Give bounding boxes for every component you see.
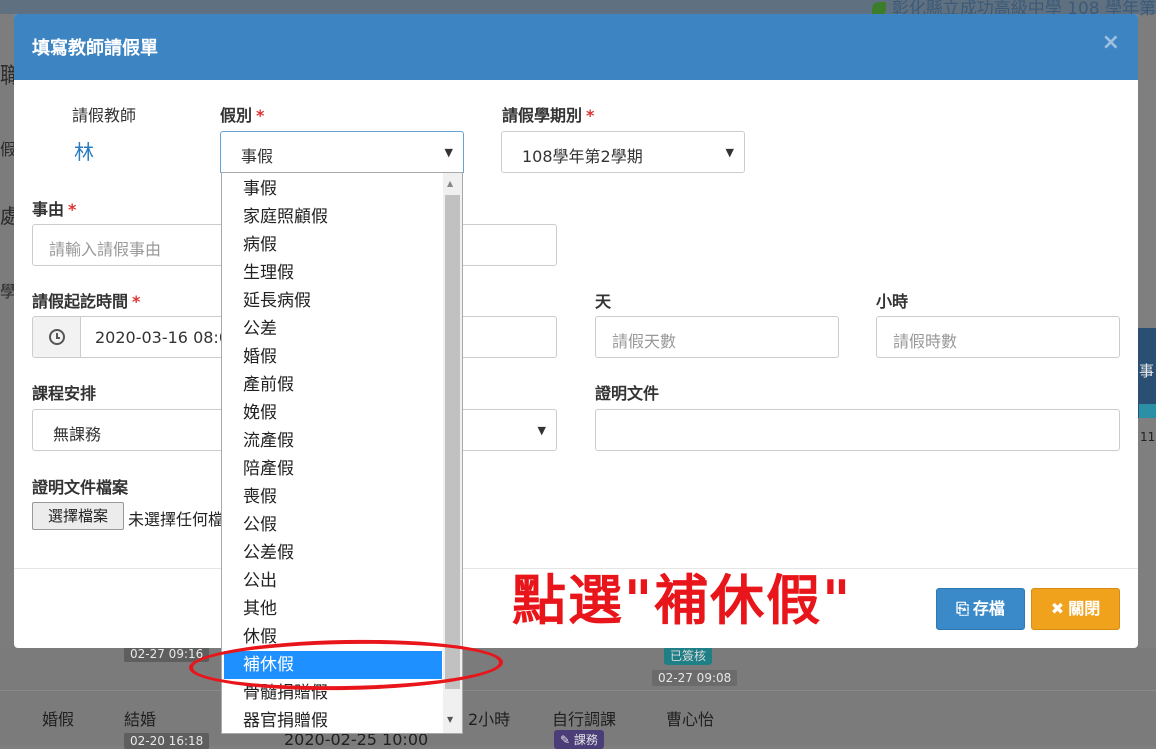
leave-type-selected: 事假 bbox=[241, 147, 274, 166]
period-value: 2020-03-16 08:0 bbox=[95, 328, 229, 347]
dropdown-option[interactable]: 產前假 bbox=[222, 371, 442, 399]
proof-input[interactable] bbox=[595, 409, 1120, 451]
save-button[interactable]: ⎘ 存檔 bbox=[936, 588, 1025, 630]
dropdown-option[interactable]: 延長病假 bbox=[222, 287, 442, 315]
dropdown-option[interactable]: 喪假 bbox=[222, 483, 442, 511]
background-left-strip bbox=[0, 80, 14, 660]
save-icon: ⎘ bbox=[956, 599, 969, 618]
close-icon: ✖ bbox=[1050, 599, 1065, 618]
semester-label: 請假學期別 * bbox=[502, 106, 595, 125]
dropdown-option[interactable]: 公出 bbox=[222, 567, 442, 595]
school-name: 彰化縣立成功高級中學 108 學年第 bbox=[871, 0, 1156, 19]
chevron-down-icon: ▼ bbox=[444, 146, 453, 159]
semester-select[interactable]: 108學年第2學期 ▼ bbox=[501, 131, 745, 173]
scroll-down-arrow-icon[interactable]: ▼ bbox=[447, 715, 453, 724]
days-placeholder: 請假天數 bbox=[612, 332, 677, 351]
teacher-value: 林 bbox=[74, 140, 94, 164]
leave-type-select[interactable]: 事假 ▼ bbox=[220, 131, 464, 173]
scroll-up-arrow-icon[interactable]: ▲ bbox=[447, 179, 453, 188]
days-label: 天 bbox=[595, 292, 612, 311]
row-timestamp: 02-20 16:18 bbox=[124, 733, 210, 749]
leave-type-label: 假別 * bbox=[220, 106, 265, 125]
dropdown-option[interactable]: 生理假 bbox=[222, 259, 442, 287]
file-status: 未選擇任何檔 bbox=[128, 510, 225, 529]
proof-label: 證明文件 bbox=[595, 384, 660, 403]
dropdown-option[interactable]: 婚假 bbox=[222, 343, 442, 371]
reason-placeholder: 請輸入請假事由 bbox=[49, 240, 162, 259]
semester-selected: 108學年第2學期 bbox=[522, 147, 643, 166]
instruction-annotation: 點選"補休假" bbox=[512, 569, 853, 632]
dropdown-option[interactable]: 器官捐贈假 bbox=[222, 707, 442, 733]
days-input[interactable]: 請假天數 bbox=[595, 316, 839, 358]
row-leave-type: 婚假 bbox=[42, 710, 75, 729]
reason-label: 事由 * bbox=[32, 200, 77, 219]
clock-icon bbox=[49, 329, 65, 345]
row-course: 自行調課 bbox=[552, 710, 617, 729]
modal-title: 填寫教師請假單 bbox=[32, 38, 158, 59]
dropdown-option[interactable]: 陪產假 bbox=[222, 455, 442, 483]
course-selected: 無課務 bbox=[53, 425, 102, 444]
dropdown-option[interactable]: 公差假 bbox=[222, 539, 442, 567]
dropdown-option[interactable]: 公假 bbox=[222, 511, 442, 539]
hours-label: 小時 bbox=[876, 292, 909, 311]
course-badge: ✎ 課務 bbox=[554, 730, 604, 749]
hours-placeholder: 請假時數 bbox=[893, 332, 958, 351]
choose-file-button[interactable]: 選擇檔案 bbox=[32, 502, 124, 530]
dropdown-option[interactable]: 事假 bbox=[222, 175, 442, 203]
dropdown-option[interactable]: 娩假 bbox=[222, 399, 442, 427]
bg-badge-fragment bbox=[1139, 404, 1156, 418]
close-button[interactable]: ✖ 關閉 bbox=[1031, 588, 1120, 630]
row-teacher-name: 曹心怡 bbox=[666, 710, 715, 729]
dropdown-option[interactable]: 病假 bbox=[222, 231, 442, 259]
proof-file-label: 證明文件檔案 bbox=[32, 478, 129, 497]
close-label: 關閉 bbox=[1068, 599, 1101, 618]
save-label: 存檔 bbox=[972, 599, 1005, 618]
table-row-divider bbox=[0, 690, 1156, 691]
leave-request-modal: 填寫教師請假單 × 請假教師 林 假別 * 事假 ▼ 請假學期別 * 108學年第2… bbox=[14, 14, 1138, 648]
close-icon[interactable]: × bbox=[1102, 30, 1120, 55]
time-addon bbox=[33, 317, 81, 357]
row-reason: 結婚 bbox=[124, 710, 157, 729]
row-hours: 2小時 bbox=[468, 710, 511, 729]
hours-input[interactable]: 請假時數 bbox=[876, 316, 1120, 358]
status-badge: 已簽核 bbox=[664, 646, 713, 665]
bg-header-fragment: 事 bbox=[1139, 362, 1155, 380]
dropdown-option[interactable]: 家庭照顧假 bbox=[222, 203, 442, 231]
scrollbar-thumb[interactable] bbox=[445, 195, 460, 689]
teacher-label: 請假教師 bbox=[72, 106, 137, 125]
chevron-down-icon: ▼ bbox=[725, 146, 734, 159]
row-timestamp: 02-27 09:08 bbox=[652, 670, 738, 686]
period-label: 請假起訖時間 * bbox=[32, 292, 141, 311]
dropdown-option[interactable]: 其他 bbox=[222, 595, 442, 623]
chevron-down-icon: ▼ bbox=[537, 424, 546, 437]
dropdown-option[interactable]: 公差 bbox=[222, 315, 442, 343]
dropdown-option[interactable]: 流產假 bbox=[222, 427, 442, 455]
course-label: 課程安排 bbox=[32, 384, 97, 403]
modal-header: 填寫教師請假單 × bbox=[14, 14, 1138, 80]
bg-stamp-fragment: 11 bbox=[1140, 430, 1156, 444]
